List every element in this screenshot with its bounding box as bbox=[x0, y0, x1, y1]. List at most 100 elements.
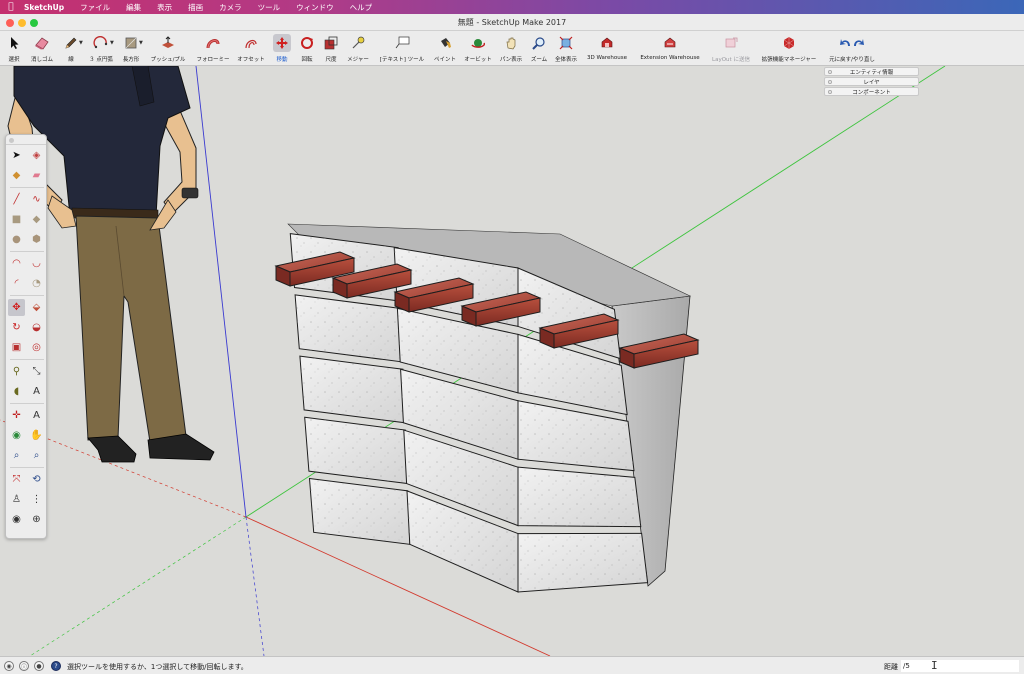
toolbar-pan-button[interactable]: パン表示 bbox=[496, 32, 526, 65]
follow-me-icon bbox=[204, 34, 222, 52]
tray-components[interactable]: コンポーネント bbox=[824, 87, 919, 96]
protractor-icon: ◖ bbox=[13, 386, 20, 397]
palette-protractor-button[interactable]: ◖ bbox=[8, 383, 25, 400]
toolbar-layout-button[interactable]: LayOut に送信 bbox=[708, 32, 754, 65]
palette-look-around-button[interactable]: ◉ bbox=[8, 511, 25, 528]
palette-rotate-button[interactable]: ↻ bbox=[8, 319, 25, 336]
dimension-icon: ⤡ bbox=[32, 366, 41, 377]
expand-icon bbox=[828, 80, 832, 84]
menu-tools[interactable]: ツール bbox=[250, 2, 289, 13]
scale-icon: ▣ bbox=[11, 342, 22, 353]
palette-follow-me-button[interactable]: ◒ bbox=[28, 319, 45, 336]
geo-location-icon[interactable]: ◉ bbox=[4, 661, 14, 671]
palette-freehand-button[interactable]: ∿ bbox=[28, 191, 45, 208]
toolbar-line-button[interactable]: 線 bbox=[60, 32, 82, 65]
palette-dimension-button[interactable]: ⤡ bbox=[28, 363, 45, 380]
tape-measure-icon: ⚲ bbox=[12, 366, 21, 377]
palette-rectangle-button[interactable]: ■ bbox=[8, 211, 25, 228]
palette-pencil-button[interactable]: ╱ bbox=[8, 191, 25, 208]
palette-position-camera-button[interactable]: ♙ bbox=[8, 491, 25, 508]
palette-pie-button[interactable]: ◔ bbox=[28, 275, 45, 292]
palette-section-plane-button[interactable]: ⊕ bbox=[28, 511, 45, 528]
layout-icon bbox=[722, 34, 740, 52]
push-pull-icon: ⬙ bbox=[32, 302, 41, 313]
menu-help[interactable]: ヘルプ bbox=[342, 2, 381, 13]
palette-move-button[interactable]: ✥ bbox=[8, 299, 25, 316]
move-icon: ✥ bbox=[12, 302, 21, 313]
palette-push-pull-button[interactable]: ⬙ bbox=[28, 299, 45, 316]
toolbar-select-button[interactable]: 選択 bbox=[3, 32, 25, 65]
rectangle-dropdown-caret[interactable]: ▼ bbox=[139, 40, 143, 46]
toolbar-tape-measure-button[interactable]: メジャー bbox=[344, 32, 372, 65]
menu-camera[interactable]: カメラ bbox=[211, 2, 250, 13]
toolbar-extension-warehouse-button[interactable]: Extension Warehouse bbox=[634, 32, 706, 65]
offset-icon bbox=[242, 34, 260, 52]
palette-arc-button[interactable]: ◠ bbox=[8, 255, 25, 272]
palette-circle-button[interactable]: ● bbox=[8, 231, 25, 248]
toolbar-orbit-button[interactable]: オービット bbox=[462, 32, 494, 65]
move-icon bbox=[273, 34, 291, 52]
toolbar-3d-warehouse-button[interactable]: 3D Warehouse bbox=[582, 32, 632, 65]
toolbar-follow-me-button[interactable]: フォローミー bbox=[192, 32, 234, 65]
palette-text-tool-button[interactable]: A bbox=[28, 383, 45, 400]
toolbar-zoom-extents-button[interactable]: 全体表示 bbox=[552, 32, 580, 65]
palette-polygon-button[interactable]: ⬢ bbox=[28, 231, 45, 248]
palette-select-arrow-button[interactable]: ➤ bbox=[8, 147, 25, 164]
toolbar-rotate-button[interactable]: 回転 bbox=[296, 32, 318, 65]
palette-component-button[interactable]: ◈ bbox=[28, 147, 45, 164]
palette-rotated-rectangle-button[interactable]: ◆ bbox=[28, 211, 45, 228]
user-account-icon[interactable]: ● bbox=[34, 661, 44, 671]
toolbar-extension-manager-button[interactable]: 拡張機能マネージャー bbox=[756, 32, 822, 65]
menu-window[interactable]: ウィンドウ bbox=[288, 2, 342, 13]
palette-axes-button[interactable]: ✛ bbox=[8, 407, 25, 424]
palette-walk-button[interactable]: ⋮ bbox=[28, 491, 45, 508]
circle-icon: ● bbox=[12, 234, 21, 245]
palette-pan-hand-button[interactable]: ✋ bbox=[28, 427, 45, 444]
toolbar-offset-button[interactable]: オフセット bbox=[235, 32, 267, 65]
line-dropdown-caret[interactable]: ▼ bbox=[79, 40, 83, 46]
block-texture bbox=[518, 533, 648, 593]
palette-3d-text-button[interactable]: A bbox=[28, 407, 45, 424]
palette-eraser-button[interactable]: ▰ bbox=[28, 167, 45, 184]
palette-separator bbox=[10, 467, 44, 468]
menu-view[interactable]: 表示 bbox=[149, 2, 180, 13]
palette-tape-measure-button[interactable]: ⚲ bbox=[8, 363, 25, 380]
toolbar-scale-button[interactable]: 尺度 bbox=[320, 32, 342, 65]
toolbar-text-tool-button[interactable]: [テキスト] ツール bbox=[376, 32, 428, 65]
palette-previous-view-button[interactable]: ⟲ bbox=[28, 471, 45, 488]
palette-zoom-extents-button[interactable]: ⤧ bbox=[8, 471, 25, 488]
look-around-icon: ◉ bbox=[12, 514, 21, 525]
palette-orbit-button[interactable]: ◉ bbox=[8, 427, 25, 444]
toolbar-paint-bucket-button[interactable]: ペイント bbox=[431, 32, 459, 65]
tray-entity-info[interactable]: エンティティ情報 bbox=[824, 67, 919, 76]
toolbar-zoom-button[interactable]: ズーム bbox=[528, 32, 550, 65]
toolbar-undo-redo-button[interactable]: 元に戻す/やり直し bbox=[824, 32, 880, 65]
toolbar-rectangle-button[interactable]: 長方形 bbox=[118, 32, 144, 65]
toolbar-push-pull-button[interactable]: プッシュ/プル bbox=[148, 32, 188, 65]
instructor-icon[interactable]: ? bbox=[51, 661, 61, 671]
menu-file[interactable]: ファイル bbox=[72, 2, 118, 13]
tray-layers[interactable]: レイヤ bbox=[824, 77, 919, 86]
apple-icon[interactable]:  bbox=[0, 2, 22, 12]
zoom-icon: ⌕ bbox=[13, 450, 20, 461]
palette-two-point-arc-button[interactable]: ◡ bbox=[28, 255, 45, 272]
measurements-input[interactable] bbox=[901, 660, 1019, 672]
menu-draw[interactable]: 描画 bbox=[180, 2, 211, 13]
pan-hand-icon bbox=[502, 34, 520, 52]
toolbar-move-button[interactable]: 移動 bbox=[271, 32, 293, 65]
palette-zoom-button[interactable]: ⌕ bbox=[8, 447, 25, 464]
palette-scale-button[interactable]: ▣ bbox=[8, 339, 25, 356]
palette-three-point-arc-button[interactable]: ◜ bbox=[8, 275, 25, 292]
arc-dropdown-caret[interactable]: ▼ bbox=[110, 40, 114, 46]
palette-header[interactable] bbox=[6, 135, 46, 145]
toolbar-eraser-button[interactable]: 消しゴム bbox=[27, 32, 57, 65]
palette-close-icon[interactable] bbox=[9, 138, 14, 143]
menu-edit[interactable]: 編集 bbox=[118, 2, 149, 13]
3d-viewport[interactable] bbox=[0, 66, 1024, 656]
palette-zoom-window-button[interactable]: ⌕ bbox=[28, 447, 45, 464]
toolbar-arc-button[interactable]: ３ 点円弧 bbox=[86, 32, 116, 65]
palette-offset-button[interactable]: ◎ bbox=[28, 339, 45, 356]
menu-sketchup[interactable]: SketchUp bbox=[22, 3, 72, 12]
palette-paint-bucket-button[interactable]: ◆ bbox=[8, 167, 25, 184]
credits-icon[interactable]: ⓘ bbox=[19, 661, 29, 671]
